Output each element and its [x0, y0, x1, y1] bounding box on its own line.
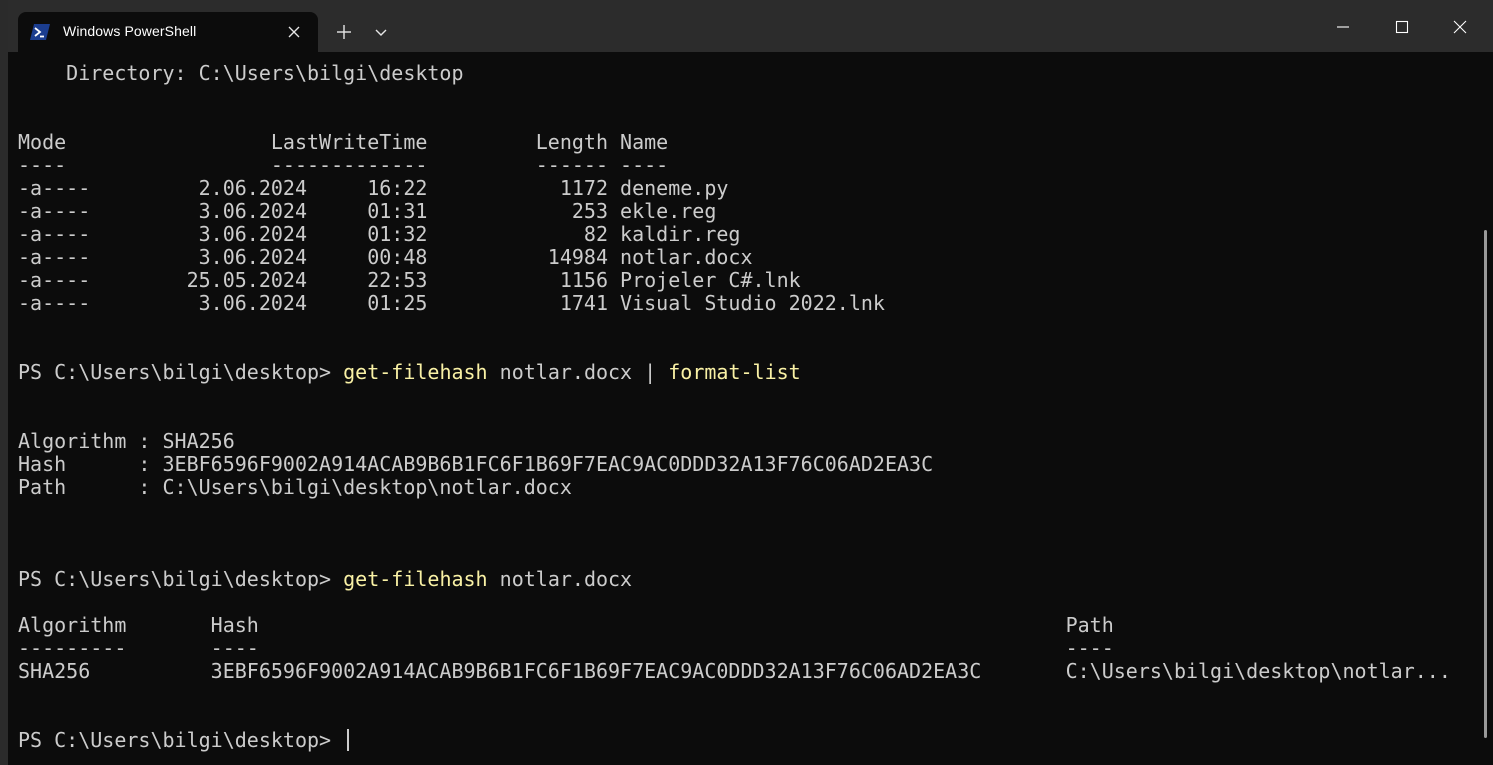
output-line: -a---- 3.06.2024 01:31 253 ekle.reg [18, 199, 717, 223]
output-line: ---- ------------- ------ ---- [18, 153, 669, 177]
vertical-scrollbar[interactable] [1479, 52, 1493, 765]
output-line: SHA256 3EBF6596F9002A914ACAB9B6B1FC6F1B6… [18, 659, 1451, 683]
command-args: notlar.docx | [487, 360, 669, 384]
command-name: format-list [668, 360, 801, 384]
output-line: Hash : 3EBF6596F9002A914ACAB9B6B1FC6F1B6… [18, 452, 934, 476]
chevron-down-icon[interactable] [373, 24, 389, 40]
new-tab-plus-icon[interactable] [334, 22, 354, 42]
output-line: -a---- 25.05.2024 22:53 1156 Projeler C#… [18, 268, 801, 292]
title-bar[interactable]: Windows PowerShell [8, 0, 1493, 52]
prompt-line-active: PS C:\Users\bilgi\desktop> [18, 728, 350, 752]
prompt: PS C:\Users\bilgi\desktop> [18, 360, 344, 384]
tab-windows-powershell[interactable]: Windows PowerShell [18, 12, 318, 52]
command-name: get-filehash [343, 567, 488, 591]
output-line: --------- ---- ---- [18, 636, 1114, 660]
terminal-window: Windows PowerShell Directory: C:\Users\b… [8, 0, 1493, 765]
output-line: Algorithm Hash Path [18, 613, 1114, 637]
scrollbar-thumb[interactable] [1484, 230, 1487, 738]
tab-title: Windows PowerShell [63, 23, 197, 39]
output-line: Algorithm : SHA256 [18, 429, 235, 453]
output-line: -a---- 3.06.2024 01:25 1741 Visual Studi… [18, 291, 885, 315]
close-window-icon[interactable] [1450, 17, 1470, 37]
close-tab-icon[interactable] [284, 22, 304, 42]
maximize-icon[interactable] [1392, 17, 1412, 37]
command-args: notlar.docx [487, 567, 633, 591]
output-line: Path : C:\Users\bilgi\desktop\notlar.doc… [18, 475, 572, 499]
command-name: get-filehash [343, 360, 488, 384]
output-line: Directory: C:\Users\bilgi\desktop [18, 61, 464, 85]
prompt: PS C:\Users\bilgi\desktop> [18, 567, 344, 591]
powershell-icon [30, 24, 50, 40]
output-line: Mode LastWriteTime Length Name [18, 130, 669, 154]
output-line: -a---- 3.06.2024 00:48 14984 notlar.docx [18, 245, 753, 269]
text-cursor [347, 729, 350, 751]
command-line: PS C:\Users\bilgi\desktop> get-filehash … [18, 361, 801, 384]
output-line: -a---- 3.06.2024 01:32 82 kaldir.reg [18, 222, 741, 246]
command-line: PS C:\Users\bilgi\desktop> get-filehash … [18, 568, 632, 591]
terminal-output[interactable]: Directory: C:\Users\bilgi\desktop Mode La… [8, 52, 1473, 765]
minimize-icon[interactable] [1333, 17, 1353, 37]
output-line: -a---- 2.06.2024 16:22 1172 deneme.py [18, 176, 729, 200]
prompt: PS C:\Users\bilgi\desktop> [18, 728, 344, 752]
